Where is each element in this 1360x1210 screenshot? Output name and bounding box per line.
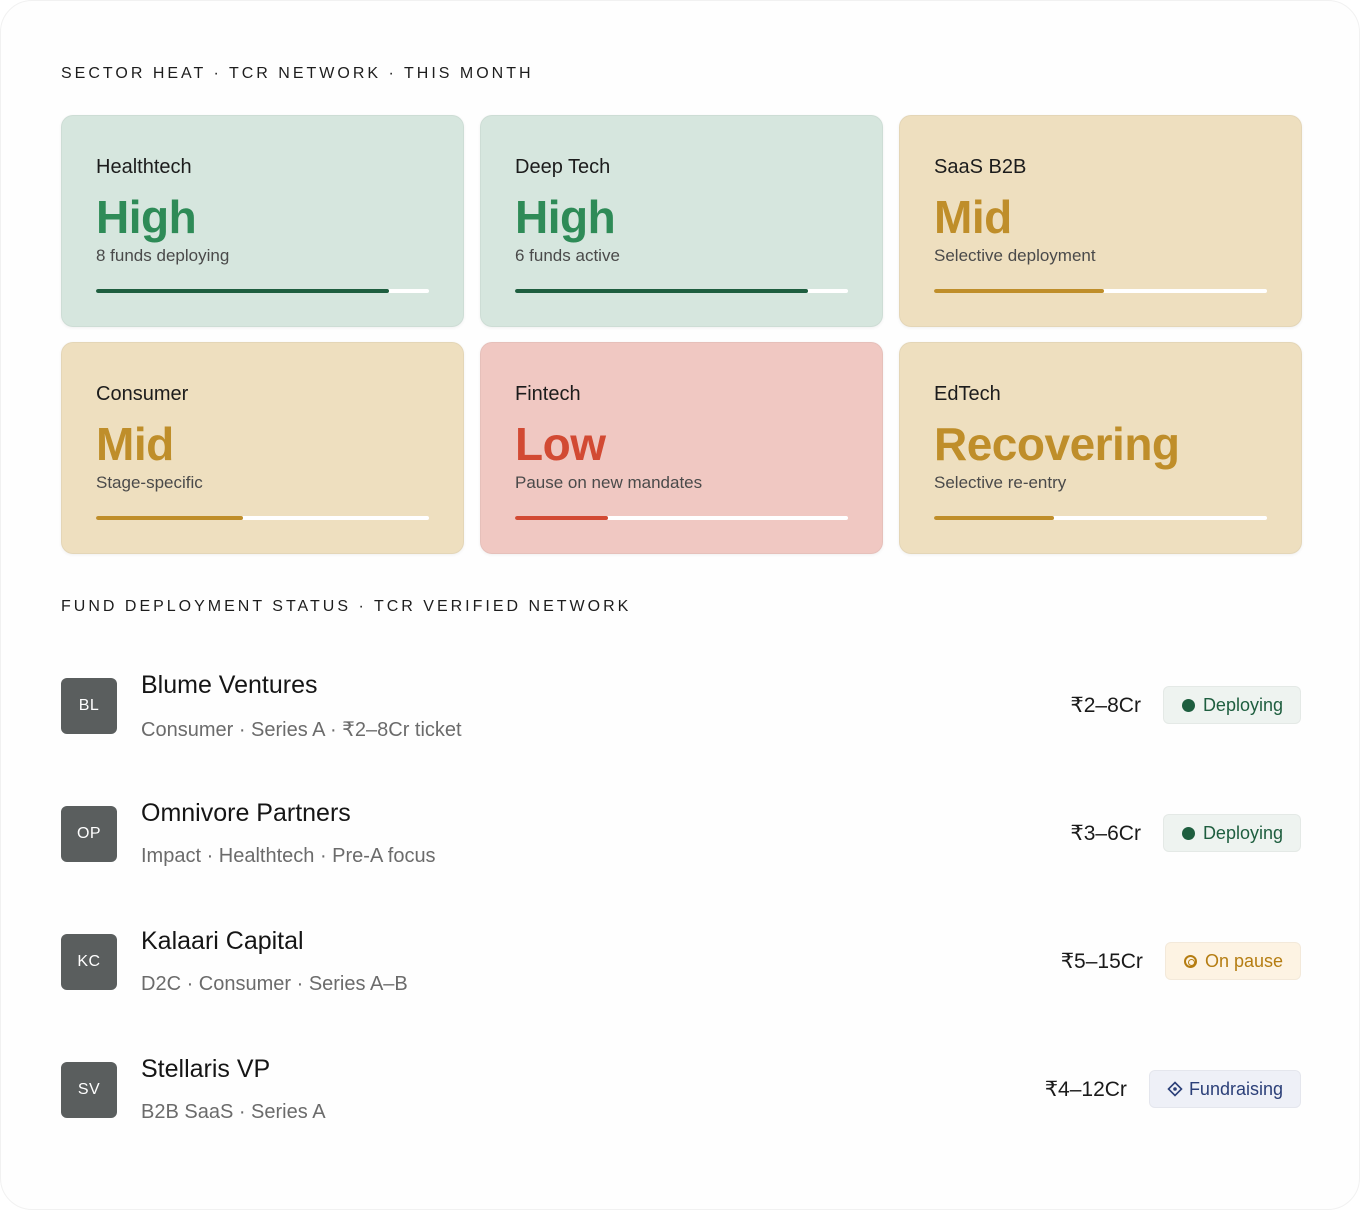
sector-note: Selective re-entry xyxy=(934,473,1067,492)
status-label: Deploying xyxy=(1202,694,1283,715)
sector-note: 8 funds deploying xyxy=(96,246,230,265)
sector-name: Deep Tech xyxy=(515,156,611,178)
sector-note: Selective deployment xyxy=(934,246,1096,265)
fund-row[interactable]: BL Blume Ventures Consumer · Series A · … xyxy=(61,641,1301,769)
ticket-size: ₹5–15Cr xyxy=(1060,949,1143,973)
status-badge[interactable]: On pause xyxy=(1164,942,1301,980)
sector-heat-grid: Healthtech High 8 funds deploying Deep T… xyxy=(61,115,1302,554)
heat-level: Low xyxy=(515,418,606,470)
fund-name[interactable]: Stellaris VP xyxy=(141,1055,270,1084)
fund-list: BL Blume Ventures Consumer · Series A · … xyxy=(61,641,1301,1153)
fund-name[interactable]: Blume Ventures xyxy=(141,671,318,700)
heat-bar-fill xyxy=(515,289,809,293)
fund-meta: Impact · Healthtech · Pre-A focus xyxy=(141,845,436,867)
heat-bar-fill xyxy=(934,289,1104,293)
ticket-size: ₹3–6Cr xyxy=(1070,821,1141,845)
fund-right-group: ₹5–15Cr On pause xyxy=(1061,942,1301,980)
status-label: Deploying xyxy=(1202,822,1283,843)
pause-ring-icon xyxy=(1183,953,1199,969)
fund-meta: D2C · Consumer · Series A–B xyxy=(141,973,408,995)
fund-row[interactable]: OP Omnivore Partners Impact · Healthtech… xyxy=(61,769,1301,897)
heat-bar xyxy=(934,516,1267,520)
heat-bar xyxy=(96,516,429,520)
heat-bar-fill xyxy=(515,516,609,520)
fund-meta: B2B SaaS · Series A xyxy=(141,1101,326,1123)
avatar: KC xyxy=(61,934,117,990)
sector-heat-title: SECTOR HEAT · TCR NETWORK · THIS MONTH xyxy=(61,65,534,82)
heat-level: High xyxy=(515,191,616,243)
heat-bar-fill xyxy=(934,516,1054,520)
fund-meta: Consumer · Series A · ₹2–8Cr ticket xyxy=(141,719,462,741)
fund-name[interactable]: Kalaari Capital xyxy=(141,927,304,956)
avatar: OP xyxy=(61,806,117,862)
sector-card-fintech[interactable]: Fintech Low Pause on new mandates xyxy=(480,342,883,554)
fund-right-group: ₹4–12Cr Fundraising xyxy=(1045,1070,1301,1108)
sector-card-edtech[interactable]: EdTech Recovering Selective re-entry xyxy=(899,342,1302,554)
fund-right-group: ₹2–8Cr Deploying xyxy=(1070,686,1301,724)
heat-level: High xyxy=(96,191,197,243)
status-badge[interactable]: Fundraising xyxy=(1148,1070,1301,1108)
fund-right-group: ₹3–6Cr Deploying xyxy=(1070,814,1301,852)
sector-card-healthtech[interactable]: Healthtech High 8 funds deploying xyxy=(61,115,464,327)
sector-name: EdTech xyxy=(934,383,1001,405)
status-label: Fundraising xyxy=(1188,1078,1283,1099)
sector-name: Healthtech xyxy=(96,156,192,178)
heat-level: Mid xyxy=(934,191,1012,243)
status-badge[interactable]: Deploying xyxy=(1162,814,1301,852)
sector-note: Stage-specific xyxy=(96,473,203,492)
ticket-size: ₹2–8Cr xyxy=(1070,693,1141,717)
status-label: On pause xyxy=(1204,950,1283,971)
sector-card-saas-b2b[interactable]: SaaS B2B Mid Selective deployment xyxy=(899,115,1302,327)
sector-name: SaaS B2B xyxy=(934,156,1027,178)
avatar: BL xyxy=(61,678,117,734)
heat-bar-fill xyxy=(96,289,390,293)
filled-dot-icon xyxy=(1181,697,1197,713)
heat-level: Recovering xyxy=(934,418,1180,470)
sector-name: Consumer xyxy=(96,383,189,405)
sector-name: Fintech xyxy=(515,383,581,405)
dashboard-panel: SECTOR HEAT · TCR NETWORK · THIS MONTH H… xyxy=(0,0,1360,1210)
filled-dot-icon xyxy=(1181,825,1197,841)
ticket-size: ₹4–12Cr xyxy=(1044,1077,1127,1101)
status-badge[interactable]: Deploying xyxy=(1162,686,1301,724)
sector-note: Pause on new mandates xyxy=(515,473,703,492)
heat-bar-fill xyxy=(96,516,243,520)
heat-bar xyxy=(96,289,429,293)
heat-bar xyxy=(934,289,1267,293)
avatar: SV xyxy=(61,1062,117,1118)
heat-bar xyxy=(515,289,848,293)
heat-level: Mid xyxy=(96,418,174,470)
sector-note: 6 funds active xyxy=(515,246,620,265)
fund-status-title: FUND DEPLOYMENT STATUS · TCR VERIFIED NE… xyxy=(61,598,632,615)
sector-card-deep-tech[interactable]: Deep Tech High 6 funds active xyxy=(480,115,883,327)
diamond-icon xyxy=(1167,1081,1183,1097)
sector-card-consumer[interactable]: Consumer Mid Stage-specific xyxy=(61,342,464,554)
fund-row[interactable]: KC Kalaari Capital D2C · Consumer · Seri… xyxy=(61,897,1301,1025)
fund-row[interactable]: SV Stellaris VP B2B SaaS · Series A ₹4–1… xyxy=(61,1025,1301,1153)
heat-bar xyxy=(515,516,848,520)
fund-name[interactable]: Omnivore Partners xyxy=(141,799,351,828)
